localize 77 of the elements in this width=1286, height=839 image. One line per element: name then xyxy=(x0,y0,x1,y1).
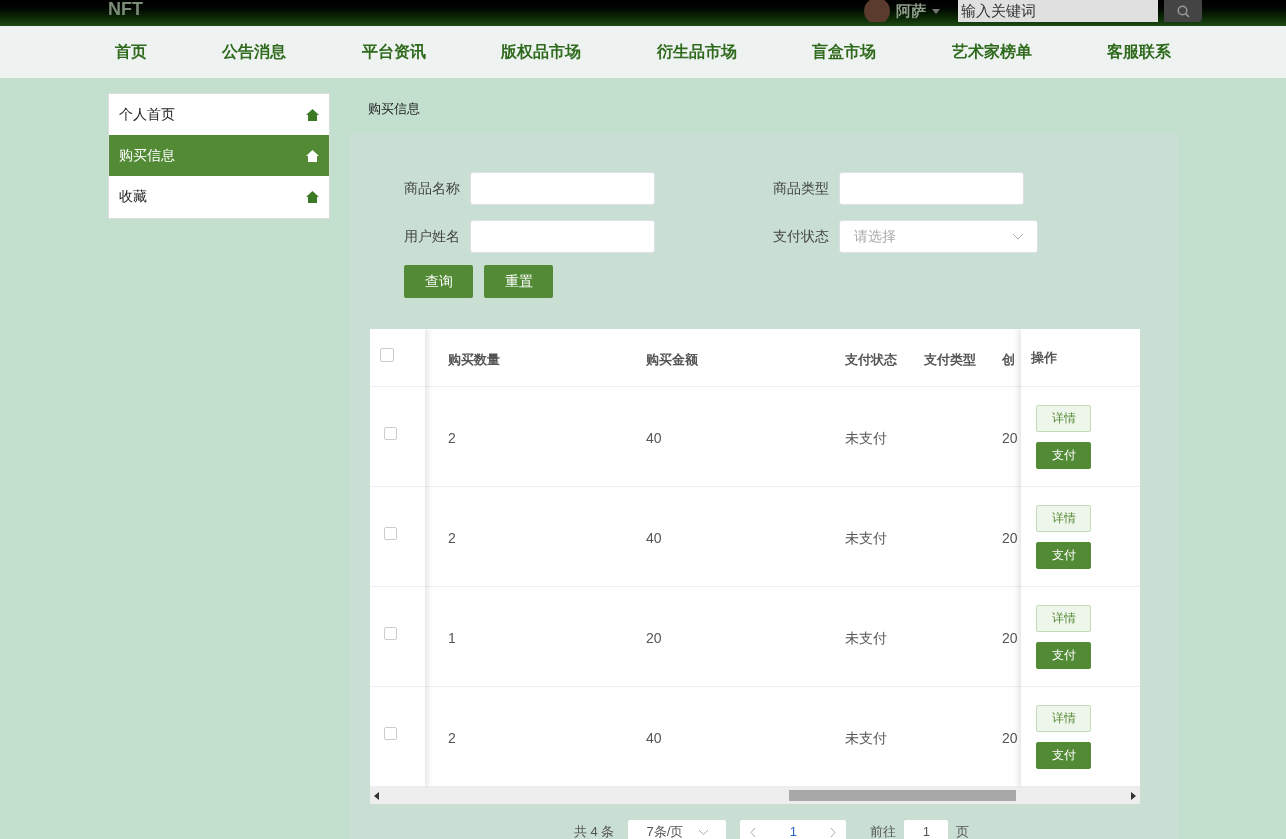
table-cell-text: 40 xyxy=(646,529,662,548)
details-button[interactable]: 详情 xyxy=(1036,404,1091,432)
caret-icon[interactable] xyxy=(932,8,940,14)
horizontal-scrollbar[interactable] xyxy=(370,787,1140,804)
table-cell-text: 20 xyxy=(1002,729,1018,748)
nav-link[interactable]: 盲盒市场 xyxy=(812,40,877,64)
goto-label: 前往 xyxy=(870,823,897,839)
home-icon xyxy=(306,108,319,121)
total-count: 共 4 条 xyxy=(574,823,615,839)
details-button[interactable]: 详情 xyxy=(1036,504,1091,532)
column-header: 购买金额 xyxy=(646,351,698,369)
row-checkbox[interactable] xyxy=(384,627,397,640)
table-cell-text: 未支付 xyxy=(845,529,887,548)
action-button[interactable]: 查询 xyxy=(404,265,473,298)
nav-link[interactable]: 客服联系 xyxy=(1106,40,1171,64)
table-cell-text: 未支付 xyxy=(845,729,887,748)
column-header: 支付状态 xyxy=(845,351,897,369)
chevron-icon xyxy=(1013,233,1023,240)
page-size-select[interactable]: 7条/页 xyxy=(628,820,727,839)
nav-link[interactable]: 衍生品市场 xyxy=(656,40,737,64)
nav-link[interactable]: 首页 xyxy=(115,40,147,64)
action-button[interactable]: 重置 xyxy=(484,265,553,298)
column-header: 创 xyxy=(1002,351,1015,369)
table-cell-text: 20 xyxy=(1002,629,1018,648)
prev-page-icon[interactable] xyxy=(750,827,757,837)
search-field[interactable]: 输入关键词 xyxy=(958,0,1158,22)
table-cell-text: 2 xyxy=(448,529,456,548)
row-checkbox[interactable] xyxy=(384,427,397,440)
nav-link[interactable]: 版权品市场 xyxy=(501,40,582,64)
pay-button[interactable]: 支付 xyxy=(1036,541,1091,569)
column-header: 购买数量 xyxy=(448,351,500,369)
input-field[interactable] xyxy=(470,220,655,253)
search-button[interactable] xyxy=(1164,0,1202,22)
scrollbar-thumb[interactable] xyxy=(789,790,1016,801)
table-cell-text: 20 xyxy=(1002,429,1018,448)
sidebar-item[interactable]: 收藏 xyxy=(109,176,329,217)
table-cell-text: 40 xyxy=(646,429,662,448)
pay-button[interactable]: 支付 xyxy=(1036,641,1091,669)
scroll-right-icon[interactable] xyxy=(1131,791,1136,800)
table-cell-text: 2 xyxy=(448,729,456,748)
user-name[interactable]: 阿萨 xyxy=(896,0,926,23)
details-button[interactable]: 详情 xyxy=(1036,604,1091,632)
page-suffix: 页 xyxy=(956,823,970,839)
nav-link[interactable]: 艺术家榜单 xyxy=(951,40,1032,64)
page-number-field[interactable]: 1 xyxy=(904,820,949,839)
sidebar-item[interactable]: 购买信息 xyxy=(109,135,329,176)
search-icon xyxy=(1176,4,1190,18)
table-cell-text: 20 xyxy=(646,629,662,648)
row-checkbox[interactable] xyxy=(384,527,397,540)
avatar xyxy=(864,0,890,22)
current-page[interactable]: 1 xyxy=(789,822,798,839)
table-cell-text: 1 xyxy=(448,629,456,648)
column-header: 支付类型 xyxy=(924,351,976,369)
sidebar-item[interactable]: 个人首页 xyxy=(109,94,329,135)
row-checkbox[interactable] xyxy=(384,727,397,740)
nav-link[interactable]: 公告消息 xyxy=(222,40,287,64)
chevron-icon xyxy=(699,829,709,835)
pay-button[interactable]: 支付 xyxy=(1036,441,1091,469)
breadcrumb: 购买信息 xyxy=(368,100,421,118)
home-icon xyxy=(306,190,319,203)
input-field[interactable] xyxy=(839,172,1024,205)
table-cell-text: 40 xyxy=(646,729,662,748)
details-button[interactable]: 详情 xyxy=(1036,704,1091,732)
select-all-checkbox[interactable] xyxy=(380,348,394,362)
nav-link[interactable]: 平台资讯 xyxy=(361,40,426,64)
scroll-left-icon[interactable] xyxy=(374,791,379,800)
table-cell-text: 未支付 xyxy=(845,629,887,648)
column-header: 操作 xyxy=(1031,348,1057,367)
filter-label: 用户姓名 xyxy=(403,227,456,246)
logo: NFT xyxy=(108,0,143,18)
input-field[interactable] xyxy=(470,172,655,205)
table-cell-text: 2 xyxy=(448,429,456,448)
table-cell-text: 20 xyxy=(1002,529,1018,548)
pay-button[interactable]: 支付 xyxy=(1036,741,1091,769)
home-icon xyxy=(306,149,319,162)
table-cell-text: 未支付 xyxy=(845,429,887,448)
next-page-icon[interactable] xyxy=(830,827,837,837)
